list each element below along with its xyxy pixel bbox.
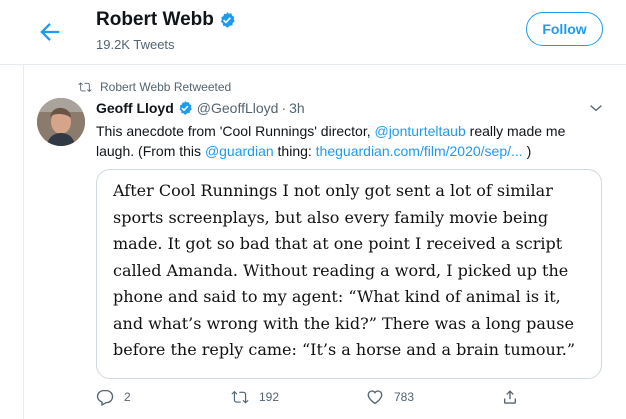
tweet-author-line: Geoff Lloyd @GeoffLloyd · 3h <box>96 100 305 116</box>
like-button[interactable]: 783 <box>366 388 414 406</box>
quote-image-card[interactable]: After Cool Runnings I not only got sent … <box>96 169 602 379</box>
author-name[interactable]: Geoff Lloyd <box>96 100 174 116</box>
profile-name-label: Robert Webb <box>96 9 214 30</box>
reply-count: 2 <box>124 390 131 404</box>
timeline-left-border <box>23 64 24 419</box>
retweet-icon <box>78 82 92 93</box>
tweet-actions: 2 192 783 <box>96 388 616 410</box>
avatar-photo <box>37 98 85 146</box>
retweet-context-label: Robert Webb Retweeted <box>100 80 232 94</box>
author-handle[interactable]: @GeoffLloyd <box>197 100 279 116</box>
retweet-count: 192 <box>259 390 280 404</box>
share-icon <box>504 390 516 404</box>
quote-line: sports screenplays, but also every famil… <box>113 207 549 227</box>
mention-link[interactable]: @jonturteltaub <box>374 123 465 139</box>
avatar[interactable] <box>37 98 85 146</box>
quote-line: made. It got so bad that at one point I … <box>113 234 563 253</box>
retweet-context: Robert Webb Retweeted <box>78 80 231 94</box>
like-count: 783 <box>394 390 415 404</box>
tweet-text-segment: This anecdote from 'Cool Runnings' direc… <box>96 123 375 139</box>
retweet-button[interactable]: 192 <box>231 388 279 406</box>
quote-line: before the reply came: “It’s a horse and… <box>113 340 575 359</box>
share-button[interactable] <box>501 388 529 406</box>
tweet-count: 19.2K Tweets <box>96 37 175 52</box>
quote-line: and what’s wrong with the kid?” There wa… <box>113 313 574 333</box>
heart-icon <box>367 390 383 405</box>
quote-text: After Cool Runnings I not only got sent … <box>113 178 593 364</box>
tweet-text-segment: ) <box>522 143 532 159</box>
quote-line: phone and said to my agent: “What kind o… <box>113 287 561 306</box>
verified-badge-icon <box>220 12 235 28</box>
article-link[interactable]: theguardian.com/film/2020/sep/... <box>316 143 523 159</box>
retweet-icon <box>231 390 249 404</box>
header-divider <box>0 64 626 65</box>
profile-header: Robert Webb 19.2K Tweets Follow <box>0 0 626 64</box>
mention-link[interactable]: @guardian <box>205 143 274 159</box>
reply-button[interactable]: 2 <box>96 388 131 406</box>
quote-line: After Cool Runnings I not only got sent … <box>113 181 553 200</box>
back-arrow-icon[interactable] <box>36 18 64 46</box>
reply-icon <box>96 389 114 406</box>
quote-line: called Amanda. Without reading a word, I… <box>113 260 569 280</box>
tweet-text: This anecdote from 'Cool Runnings' direc… <box>96 121 596 161</box>
separator-dot: · <box>281 100 287 116</box>
chevron-down-icon[interactable] <box>588 100 604 116</box>
tweet-timestamp[interactable]: 3h <box>289 100 305 116</box>
follow-button[interactable]: Follow <box>526 12 603 46</box>
profile-name: Robert Webb <box>96 9 236 31</box>
tweet-text-segment: thing: <box>273 143 316 159</box>
verified-badge-icon <box>179 101 192 115</box>
